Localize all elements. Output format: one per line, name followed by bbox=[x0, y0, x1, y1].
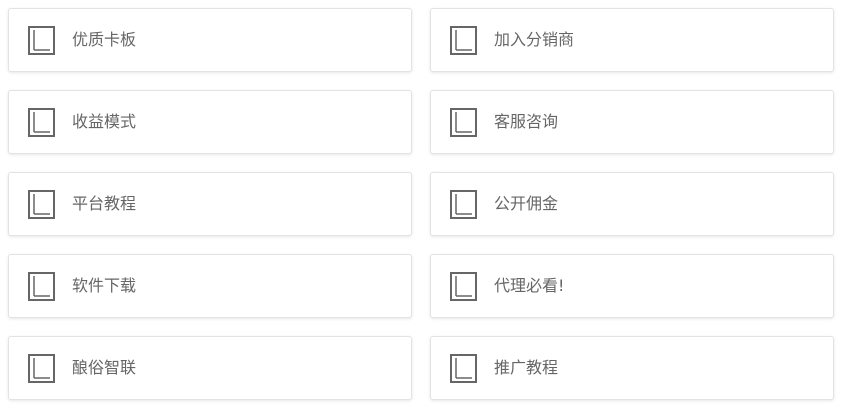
book-icon bbox=[450, 272, 478, 302]
menu-item-quality-card[interactable]: 优质卡板 bbox=[8, 8, 412, 72]
menu-item-label: 软件下载 bbox=[72, 276, 137, 295]
book-icon bbox=[28, 190, 56, 220]
menu-item-label: 加入分销商 bbox=[494, 30, 575, 49]
book-icon bbox=[28, 108, 56, 138]
book-icon bbox=[28, 26, 56, 56]
menu-item-agent-must-read[interactable]: 代理必看! bbox=[430, 254, 834, 318]
menu-item-label: 代理必看! bbox=[494, 276, 565, 295]
menu-item-label: 优质卡板 bbox=[72, 30, 137, 49]
book-icon bbox=[450, 190, 478, 220]
menu-item-label: 酿俗智联 bbox=[72, 358, 137, 377]
menu-item-customer-service[interactable]: 客服咨询 bbox=[430, 90, 834, 154]
menu-item-brand[interactable]: 酿俗智联 bbox=[8, 336, 412, 400]
menu-item-label: 平台教程 bbox=[72, 194, 137, 213]
book-icon bbox=[450, 26, 478, 56]
book-icon bbox=[450, 354, 478, 384]
menu-item-join-distributor[interactable]: 加入分销商 bbox=[430, 8, 834, 72]
menu-item-label: 收益模式 bbox=[72, 112, 137, 131]
book-icon bbox=[28, 272, 56, 302]
menu-item-software-download[interactable]: 软件下载 bbox=[8, 254, 412, 318]
menu-item-promotion-tutorial[interactable]: 推广教程 bbox=[430, 336, 834, 400]
menu-item-label: 客服咨询 bbox=[494, 112, 559, 131]
menu-item-revenue-model[interactable]: 收益模式 bbox=[8, 90, 412, 154]
menu-grid: 优质卡板 加入分销商 收益模式 客服咨询 平台教程 公开佣金 软件下载 代理必看… bbox=[0, 0, 842, 413]
book-icon bbox=[450, 108, 478, 138]
menu-item-public-commission[interactable]: 公开佣金 bbox=[430, 172, 834, 236]
menu-item-label: 公开佣金 bbox=[494, 194, 559, 213]
book-icon bbox=[28, 354, 56, 384]
menu-item-platform-tutorial[interactable]: 平台教程 bbox=[8, 172, 412, 236]
menu-item-label: 推广教程 bbox=[494, 358, 559, 377]
